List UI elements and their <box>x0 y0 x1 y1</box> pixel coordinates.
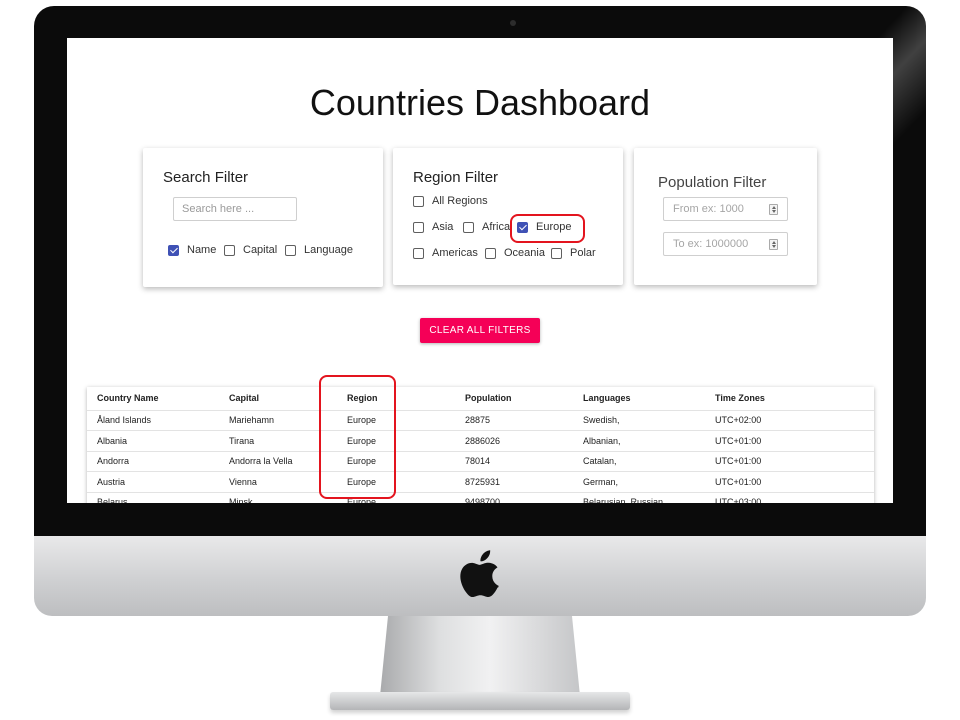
cell-capital: Minsk <box>219 492 337 503</box>
cell-capital: Mariehamn <box>219 410 337 431</box>
clear-all-filters-button[interactable]: CLEAR ALL FILTERS <box>420 318 540 343</box>
region-all-checkbox[interactable] <box>413 195 424 207</box>
cell-capital: Andorra la Vella <box>219 451 337 472</box>
region-asia-checkbox[interactable] <box>413 221 424 233</box>
column-header-country-name[interactable]: Country Name <box>87 387 219 411</box>
cell-population: 2886026 <box>455 430 573 452</box>
region-europe-checkbox[interactable] <box>517 221 528 233</box>
region-oceania-checkbox[interactable] <box>485 247 496 259</box>
table-row[interactable]: Albania Tirana Europe 2886026 Albanian, … <box>87 430 874 452</box>
table-row[interactable]: Austria Vienna Europe 8725931 German, UT… <box>87 471 874 493</box>
cell-time-zones: UTC+02:00 <box>705 410 874 431</box>
cell-country-name: Andorra <box>87 451 219 472</box>
cell-population: 9498700 <box>455 492 573 503</box>
search-by-language-checkbox[interactable] <box>285 244 296 256</box>
cell-region: Europe <box>337 471 455 493</box>
cell-languages: Albanian, <box>573 430 705 452</box>
search-by-name-label: Name <box>187 244 217 256</box>
cell-capital: Tirana <box>219 430 337 452</box>
search-by-capital-option[interactable]: Capital <box>224 244 277 256</box>
search-by-language-label: Language <box>304 244 353 256</box>
countries-table-card: Country Name Capital Region Population L… <box>87 387 874 503</box>
region-americas-checkbox[interactable] <box>413 247 424 259</box>
region-americas-label: Americas <box>432 247 478 259</box>
cell-time-zones: UTC+01:00 <box>705 430 874 452</box>
column-header-population[interactable]: Population <box>455 387 573 411</box>
monitor-mockup: Countries Dashboard Search Filter Name C… <box>0 0 960 720</box>
region-americas-option[interactable]: Americas <box>413 247 478 259</box>
region-africa-checkbox[interactable] <box>463 221 474 233</box>
screen: Countries Dashboard Search Filter Name C… <box>67 38 893 503</box>
countries-table: Country Name Capital Region Population L… <box>87 387 874 503</box>
cell-region: Europe <box>337 410 455 431</box>
cell-country-name: Albania <box>87 430 219 452</box>
region-africa-option[interactable]: Africa <box>463 221 510 233</box>
cell-languages: Swedish, <box>573 410 705 431</box>
region-europe-option[interactable]: Europe <box>517 221 571 233</box>
cell-time-zones: UTC+01:00 <box>705 471 874 493</box>
population-from-spinner-icon[interactable] <box>769 204 778 215</box>
cell-population: 8725931 <box>455 471 573 493</box>
cell-population: 78014 <box>455 451 573 472</box>
population-filter-title: Population Filter <box>658 174 767 191</box>
region-filter-title: Region Filter <box>413 169 499 186</box>
search-input[interactable] <box>173 197 297 221</box>
column-header-time-zones[interactable]: Time Zones <box>705 387 874 411</box>
region-polar-checkbox[interactable] <box>551 247 562 259</box>
region-africa-label: Africa <box>482 221 511 233</box>
column-header-languages[interactable]: Languages <box>573 387 705 411</box>
cell-languages: German, <box>573 471 705 493</box>
cell-country-name: Åland Islands <box>87 410 219 431</box>
table-row[interactable]: Andorra Andorra la Vella Europe 78014 Ca… <box>87 451 874 472</box>
search-by-name-option[interactable]: Name <box>168 244 216 256</box>
table-row[interactable]: Åland Islands Mariehamn Europe 28875 Swe… <box>87 410 874 431</box>
search-by-language-option[interactable]: Language <box>285 244 353 256</box>
monitor-stand <box>380 616 580 696</box>
cell-region: Europe <box>337 430 455 452</box>
region-all-option[interactable]: All Regions <box>413 195 488 207</box>
region-europe-label: Europe <box>536 221 572 233</box>
population-filter-card: Population Filter <box>634 148 817 285</box>
region-asia-option[interactable]: Asia <box>413 221 453 233</box>
population-to-spinner-icon[interactable] <box>769 239 778 250</box>
cell-population: 28875 <box>455 410 573 431</box>
region-asia-label: Asia <box>432 221 454 233</box>
region-oceania-label: Oceania <box>504 247 545 259</box>
cell-region: Europe <box>337 451 455 472</box>
cell-region: Europe <box>337 492 455 503</box>
search-by-capital-label: Capital <box>243 244 278 256</box>
region-filter-card: Region Filter All Regions Asia Africa Eu… <box>393 148 623 285</box>
region-polar-option[interactable]: Polar <box>551 247 596 259</box>
region-oceania-option[interactable]: Oceania <box>485 247 545 259</box>
search-filter-title: Search Filter <box>163 169 249 186</box>
cell-capital: Vienna <box>219 471 337 493</box>
camera-icon <box>510 20 516 26</box>
cell-languages: Catalan, <box>573 451 705 472</box>
monitor-base <box>330 692 630 710</box>
search-by-name-checkbox[interactable] <box>168 244 179 256</box>
cell-country-name: Belarus <box>87 492 219 503</box>
region-polar-label: Polar <box>570 247 596 259</box>
page-title: Countries Dashboard <box>309 82 651 123</box>
cell-time-zones: UTC+03:00 <box>705 492 874 503</box>
table-row[interactable]: Belarus Minsk Europe 9498700 Belarusian,… <box>87 492 874 503</box>
column-header-region[interactable]: Region <box>337 387 455 411</box>
table-header-row: Country Name Capital Region Population L… <box>87 387 874 411</box>
cell-country-name: Austria <box>87 471 219 493</box>
search-filter-card: Search Filter Name Capital Language <box>143 148 383 287</box>
cell-time-zones: UTC+01:00 <box>705 451 874 472</box>
column-header-capital[interactable]: Capital <box>219 387 337 411</box>
region-all-label: All Regions <box>432 195 488 207</box>
search-by-capital-checkbox[interactable] <box>224 244 235 256</box>
cell-languages: Belarusian, Russian, <box>573 492 705 503</box>
apple-logo-icon <box>460 550 499 598</box>
